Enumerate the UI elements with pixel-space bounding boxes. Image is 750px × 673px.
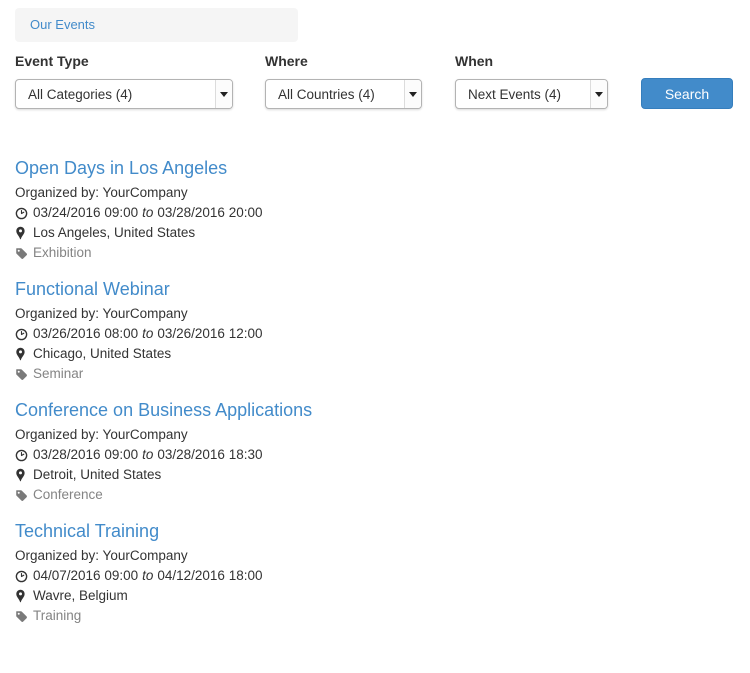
breadcrumb-our-events-link[interactable]: Our Events (30, 17, 95, 32)
event-date-end: 03/26/2016 12:00 (157, 324, 262, 344)
event-date-separator: to (142, 566, 153, 586)
where-label: Where (265, 51, 422, 71)
event-tag-text: Seminar (33, 364, 83, 384)
event-date: 04/07/2016 09:00to04/12/2016 18:00 (15, 566, 735, 586)
event-date: 03/28/2016 09:00to03/28/2016 18:30 (15, 445, 735, 465)
event-type-label: Event Type (15, 51, 233, 71)
when-select-wrap: Next Events (4) (455, 79, 608, 109)
event-title: Open Days in Los Angeles (15, 157, 735, 179)
clock-icon (15, 570, 30, 583)
search-button[interactable]: Search (641, 78, 733, 109)
event-location: Wavre, Belgium (15, 586, 735, 606)
event-title: Functional Webinar (15, 278, 735, 300)
event-filters-bar: Event Type All Categories (4) Where All … (15, 51, 735, 109)
event-date-start: 03/24/2016 09:00 (33, 203, 138, 223)
event-title-link[interactable]: Conference on Business Applications (15, 400, 312, 420)
event-date-end: 04/12/2016 18:00 (157, 566, 262, 586)
event-title-link[interactable]: Functional Webinar (15, 279, 170, 299)
event-date-end: 03/28/2016 20:00 (157, 203, 262, 223)
event-title-link[interactable]: Technical Training (15, 521, 159, 541)
event-tag: Conference (15, 485, 735, 505)
event-date-start: 04/07/2016 09:00 (33, 566, 138, 586)
map-marker-icon (15, 226, 30, 240)
tag-icon (15, 489, 30, 502)
tag-icon (15, 368, 30, 381)
event-type-select[interactable]: All Categories (4) (15, 79, 233, 109)
event-location: Chicago, United States (15, 344, 735, 364)
when-label: When (455, 51, 608, 71)
clock-icon (15, 449, 30, 462)
event-location-text: Los Angeles, United States (33, 223, 195, 243)
map-marker-icon (15, 347, 30, 361)
event-location-text: Detroit, United States (33, 465, 161, 485)
event-organizer: Organized by: YourCompany (15, 183, 735, 203)
event-title: Conference on Business Applications (15, 399, 735, 421)
event-type-select-wrap: All Categories (4) (15, 79, 233, 109)
event-location-text: Wavre, Belgium (33, 586, 128, 606)
event-location-text: Chicago, United States (33, 344, 171, 364)
event-title-link[interactable]: Open Days in Los Angeles (15, 158, 227, 178)
event-date-start: 03/28/2016 09:00 (33, 445, 138, 465)
map-marker-icon (15, 589, 30, 603)
clock-icon (15, 207, 30, 220)
event-date-separator: to (142, 203, 153, 223)
event-card: Conference on Business Applications Orga… (15, 399, 735, 505)
event-card: Functional Webinar Organized by: YourCom… (15, 278, 735, 384)
event-tag-text: Exhibition (33, 243, 92, 263)
filter-when: When Next Events (4) (455, 51, 608, 109)
event-tag: Exhibition (15, 243, 735, 263)
where-select-wrap: All Countries (4) (265, 79, 422, 109)
event-organizer: Organized by: YourCompany (15, 425, 735, 445)
event-tag-text: Training (33, 606, 81, 626)
event-list: Open Days in Los Angeles Organized by: Y… (15, 157, 735, 626)
event-date-separator: to (142, 445, 153, 465)
where-select[interactable]: All Countries (4) (265, 79, 422, 109)
clock-icon (15, 328, 30, 341)
event-organizer: Organized by: YourCompany (15, 546, 735, 566)
filter-where: Where All Countries (4) (265, 51, 422, 109)
event-location: Los Angeles, United States (15, 223, 735, 243)
page-container: Our Events Event Type All Categories (4)… (0, 8, 750, 626)
event-date: 03/26/2016 08:00to03/26/2016 12:00 (15, 324, 735, 344)
event-tag-text: Conference (33, 485, 103, 505)
event-organizer: Organized by: YourCompany (15, 304, 735, 324)
tag-icon (15, 247, 30, 260)
event-card: Open Days in Los Angeles Organized by: Y… (15, 157, 735, 263)
event-date: 03/24/2016 09:00to03/28/2016 20:00 (15, 203, 735, 223)
event-tag: Training (15, 606, 735, 626)
event-date-separator: to (142, 324, 153, 344)
filter-event-type: Event Type All Categories (4) (15, 51, 233, 109)
breadcrumb: Our Events (15, 8, 298, 42)
event-card: Technical Training Organized by: YourCom… (15, 520, 735, 626)
event-date-start: 03/26/2016 08:00 (33, 324, 138, 344)
event-location: Detroit, United States (15, 465, 735, 485)
event-title: Technical Training (15, 520, 735, 542)
tag-icon (15, 610, 30, 623)
event-tag: Seminar (15, 364, 735, 384)
map-marker-icon (15, 468, 30, 482)
event-date-end: 03/28/2016 18:30 (157, 445, 262, 465)
when-select[interactable]: Next Events (4) (455, 79, 608, 109)
